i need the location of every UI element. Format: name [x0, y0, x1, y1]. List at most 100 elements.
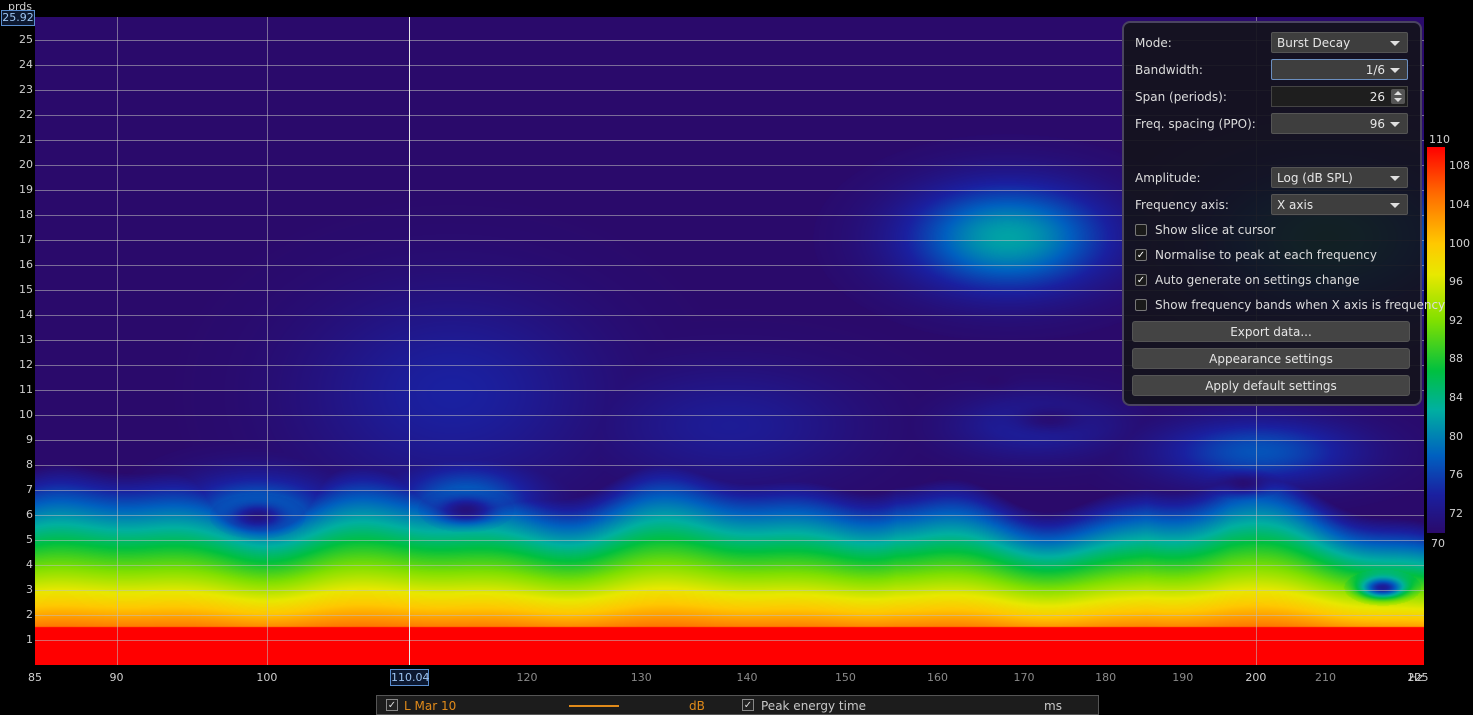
grid-line — [35, 540, 1424, 541]
span-value: 26 — [1369, 90, 1385, 104]
checkbox-box[interactable] — [1135, 299, 1147, 311]
show-freq-bands-label: Show frequency bands when X axis is freq… — [1155, 298, 1446, 312]
chevron-down-icon — [1390, 68, 1400, 73]
mode-label: Mode: — [1135, 36, 1172, 50]
y-tick-label: 15 — [19, 283, 33, 296]
y-tick-label: 18 — [19, 208, 33, 221]
grid-line — [35, 440, 1424, 441]
colorbar-min: 70 — [1431, 537, 1445, 550]
export-data-button[interactable]: Export data... — [1132, 321, 1410, 342]
x-tick-label: 180 — [1095, 671, 1117, 684]
grid-line — [35, 565, 1424, 566]
series-line-swatch — [569, 705, 619, 707]
x-tick-label: 120 — [516, 671, 538, 684]
y-tick-label: 25 — [19, 33, 33, 46]
y-tick-label: 21 — [19, 133, 33, 146]
legend-bar: ✓ L Mar 10 dB ✓ Peak energy time ms — [376, 695, 1099, 715]
colorbar-tick-label: 96 — [1449, 275, 1463, 289]
y-tick-label: 6 — [26, 508, 33, 521]
series-visible-checkbox[interactable]: ✓ — [386, 699, 398, 711]
grid-line — [35, 465, 1424, 466]
freq-axis-value: X axis — [1277, 198, 1314, 212]
y-tick-label: 5 — [26, 533, 33, 546]
x-tick-label: 85 — [28, 671, 42, 684]
freq-spacing-label: Freq. spacing (PPO): — [1135, 117, 1256, 131]
y-tick-label: 8 — [26, 458, 33, 471]
x-tick-label: 150 — [834, 671, 856, 684]
y-tick-label: 1 — [26, 633, 33, 646]
y-tick-label: 10 — [19, 408, 33, 421]
chevron-down-icon — [1390, 176, 1400, 181]
y-tick-label: 2 — [26, 608, 33, 621]
colorbar — [1427, 147, 1445, 533]
y-tick-label: 24 — [19, 58, 33, 71]
grid-line — [35, 615, 1424, 616]
y-tick-label: 20 — [19, 158, 33, 171]
freq-spacing-dropdown[interactable]: 96 — [1271, 113, 1408, 134]
series-name: L Mar 10 — [404, 699, 457, 713]
x-tick-label: 90 — [109, 671, 124, 684]
peak-energy-unit: ms — [1044, 699, 1062, 713]
colorbar-tick-label: 84 — [1449, 390, 1463, 404]
peak-energy-checkbox[interactable]: ✓ — [742, 699, 754, 711]
y-tick-label: 22 — [19, 108, 33, 121]
x-tick-label: 200 — [1245, 671, 1267, 684]
grid-line — [266, 17, 268, 665]
x-tick-label: 210 — [1315, 671, 1337, 684]
checkbox-box[interactable]: ✓ — [1135, 274, 1147, 286]
series-unit: dB — [689, 699, 705, 713]
peak-energy-label: Peak energy time — [761, 699, 867, 713]
spin-buttons[interactable] — [1391, 89, 1405, 104]
y-tick-label: 14 — [19, 308, 33, 321]
mode-dropdown[interactable]: Burst Decay — [1271, 32, 1408, 53]
colorbar-tick-label: 72 — [1449, 506, 1463, 520]
y-tick-label: 16 — [19, 258, 33, 271]
grid-line — [116, 17, 118, 665]
mode-value: Burst Decay — [1277, 36, 1351, 50]
grid-line — [35, 490, 1424, 491]
chevron-down-icon — [1390, 203, 1400, 208]
amplitude-dropdown[interactable]: Log (dB SPL) — [1271, 167, 1408, 188]
apply-default-settings-button[interactable]: Apply default settings — [1132, 375, 1410, 396]
colorbar-tick-label: 92 — [1449, 313, 1463, 327]
grid-line — [35, 590, 1424, 591]
x-tick-label: 130 — [630, 671, 652, 684]
colorbar-tick-label: 80 — [1449, 429, 1463, 443]
x-axis-unit: Hz — [1409, 671, 1424, 684]
chevron-down-icon — [1390, 41, 1400, 46]
bandwidth-dropdown[interactable]: 1/6 — [1271, 59, 1408, 80]
y-tick-label: 7 — [26, 483, 33, 496]
x-tick-label: 140 — [736, 671, 758, 684]
grid-line — [35, 640, 1424, 641]
y-tick-label: 12 — [19, 358, 33, 371]
span-spinbox[interactable]: 26 — [1271, 86, 1408, 107]
cursor-line — [409, 17, 410, 665]
spin-down-icon[interactable] — [1394, 98, 1402, 102]
checkbox-box[interactable]: ✓ — [1135, 249, 1147, 261]
colorbar-tick-label: 88 — [1449, 352, 1463, 366]
freq-spacing-value: 96 — [1369, 117, 1385, 131]
appearance-settings-button[interactable]: Appearance settings — [1132, 348, 1410, 369]
y-tick-label: 19 — [19, 183, 33, 196]
x-tick-label: 160 — [927, 671, 949, 684]
y-tick-label: 9 — [26, 433, 33, 446]
settings-panel: Mode: Burst Decay Bandwidth: 1/6 Span (p… — [1122, 21, 1445, 406]
x-tick-label: 190 — [1172, 671, 1194, 684]
span-label: Span (periods): — [1135, 90, 1227, 104]
bandwidth-label: Bandwidth: — [1135, 63, 1203, 77]
y-tick-label: 4 — [26, 558, 33, 571]
freq-axis-dropdown[interactable]: X axis — [1271, 194, 1408, 215]
grid-line — [35, 515, 1424, 516]
y-tick-label: 11 — [19, 383, 33, 396]
colorbar-tick-label: 76 — [1449, 468, 1463, 482]
chevron-down-icon — [1390, 122, 1400, 127]
grid-line — [35, 415, 1424, 416]
y-tick-label: 23 — [19, 83, 33, 96]
x-tick-label: 100 — [256, 671, 278, 684]
y-tick-label: 17 — [19, 233, 33, 246]
colorbar-tick-label: 104 — [1449, 197, 1470, 211]
spin-up-icon[interactable] — [1394, 91, 1402, 95]
colorbar-tick-label: 108 — [1449, 159, 1470, 173]
checkbox-box[interactable] — [1135, 224, 1147, 236]
y-tick-label: 13 — [19, 333, 33, 346]
